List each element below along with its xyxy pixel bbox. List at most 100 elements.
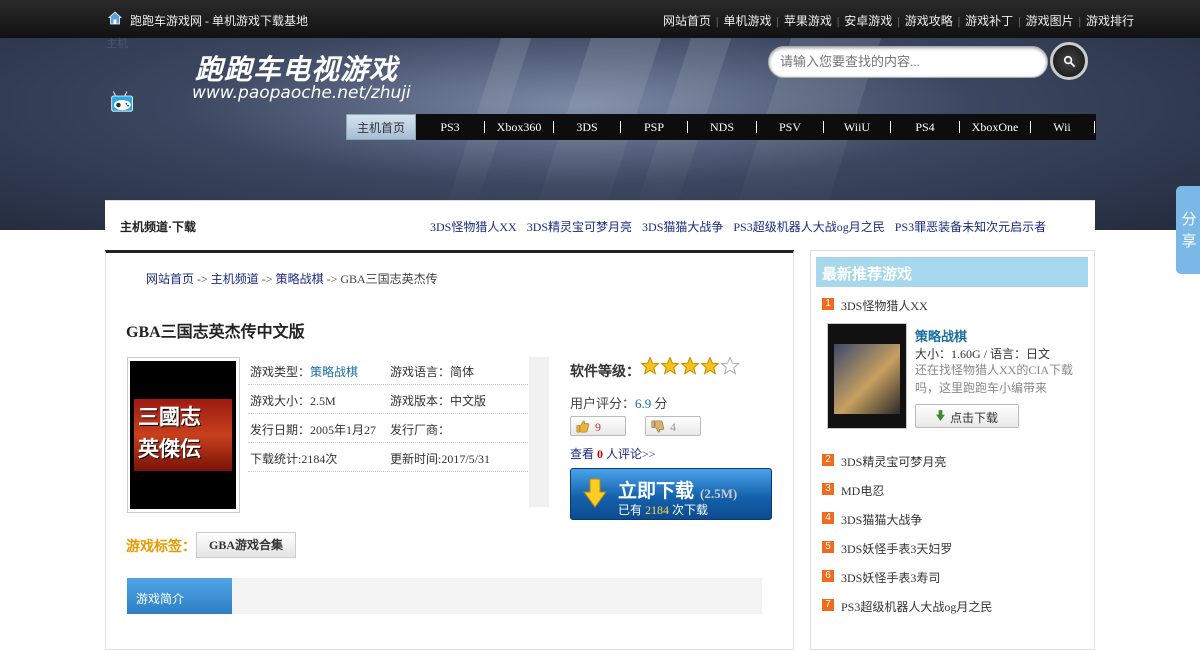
tag-chip[interactable]: GBA游戏合集	[196, 532, 296, 558]
list-item[interactable]: 3DS妖怪手表3寿司	[841, 569, 940, 586]
rank-badge: 4	[822, 512, 834, 524]
breadcrumb-channel[interactable]: 主机频道	[211, 272, 259, 286]
platform-nav: 主机首页 PS3 Xbox360 3DS PSP NDS PSV WiiU PS…	[346, 114, 1096, 140]
game-type-link[interactable]: 策略战棋	[310, 365, 358, 379]
breadcrumb-home[interactable]: 网站首页	[146, 272, 194, 286]
home-icon[interactable]	[108, 11, 122, 25]
topnav-item-rankings[interactable]: 游戏排行	[1086, 14, 1134, 28]
channel-links: 3DS怪物猎人XX 3DS精灵宝可梦月亮 3DS猫猫大战争 PS3超级机器人大战og月…	[430, 218, 1056, 235]
star-empty-icon	[721, 357, 739, 375]
download-button-label: 立即下载	[618, 480, 695, 502]
topnav-item-home[interactable]: 网站首页	[663, 14, 711, 28]
rank-badge: 1	[822, 298, 834, 310]
rank-badge: 6	[822, 570, 834, 582]
download-arrow-icon	[583, 478, 607, 508]
gamepad-logo-icon[interactable]	[110, 60, 200, 150]
platnav-item-wiiu[interactable]: WiiU	[824, 114, 890, 140]
platnav-item-psv[interactable]: PSV	[757, 114, 823, 140]
logo-url: www.paopaoche.net/zhuji	[192, 83, 411, 103]
search-icon	[1063, 55, 1076, 68]
featured-meta: 大小：1.60G / 语言：日文	[915, 347, 1051, 361]
breadcrumb-current: GBA三国志英杰传	[340, 272, 438, 286]
platnav-item-xbox360[interactable]: Xbox360	[485, 114, 553, 140]
rank-badge: 2	[822, 454, 834, 466]
platnav-item-ps4[interactable]: PS4	[891, 114, 959, 140]
featured-category[interactable]: 策略战棋	[915, 326, 967, 345]
list-item[interactable]: 3DS猫猫大战争	[841, 511, 922, 528]
tags-label: 游戏标签：	[126, 540, 196, 555]
platnav-item-psp[interactable]: PSP	[621, 114, 687, 140]
rank-badge: 3	[822, 483, 834, 495]
star-filled-icon	[661, 357, 679, 375]
topnav-item-pc-games[interactable]: 单机游戏	[723, 14, 771, 28]
site-title[interactable]: 跑跑车游戏网 - 单机游戏下载基地	[130, 12, 308, 29]
page-title: GBA三国志英杰传中文版	[126, 324, 305, 341]
platnav-item-xboxone[interactable]: XboxOne	[960, 114, 1030, 140]
breadcrumb-category[interactable]: 策略战棋	[276, 272, 324, 286]
download-size: (2.5M)	[700, 486, 738, 501]
platnav-item-wii[interactable]: Wii	[1031, 114, 1093, 140]
star-filled-icon	[681, 357, 699, 375]
logo-small-text: 主机	[106, 38, 128, 50]
like-count: 9	[595, 420, 601, 434]
logo-text: 跑跑车电视游戏	[195, 53, 399, 86]
platnav-item-ps3[interactable]: PS3	[416, 114, 484, 140]
download-arrow-icon	[936, 410, 945, 421]
list-item[interactable]: MD电忍	[841, 482, 884, 499]
channel-link[interactable]: 3DS猫猫大战争	[642, 220, 723, 234]
search-button[interactable]	[1050, 42, 1088, 80]
platnav-item-3ds[interactable]: 3DS	[554, 114, 620, 140]
star-filled-icon	[701, 357, 719, 375]
topnav-item-patches[interactable]: 游戏补丁	[965, 14, 1013, 28]
channel-link[interactable]: PS3超级机器人大战og月之民	[733, 220, 884, 234]
info-language: 游戏语言：简体	[390, 365, 475, 379]
rating-label: 软件等级：	[570, 365, 640, 380]
topnav-item-images[interactable]: 游戏图片	[1026, 14, 1074, 28]
top-nav: 网站首页 | 单机游戏 | 苹果游戏 | 安卓游戏 | 游戏攻略 | 游戏补丁 | 游戏图片 | 游戏排行	[663, 14, 1134, 28]
breadcrumb: 网站首页 -> 主机频道 -> 策略战棋 -> GBA三国志英杰传	[146, 272, 438, 286]
info-version: 游戏版本：中文版	[390, 394, 487, 408]
comments-count: 0	[597, 447, 604, 461]
info-publisher: 发行厂商：	[390, 423, 451, 437]
topnav-item-guides[interactable]: 游戏攻略	[905, 14, 953, 28]
info-type: 游戏类型：策略战棋	[250, 365, 359, 379]
list-item[interactable]: PS3超级机器人大战og月之民	[841, 598, 992, 615]
thumbs-down-icon	[651, 420, 665, 433]
list-item[interactable]: 3DS怪物猎人XX	[841, 297, 928, 314]
channel-link[interactable]: PS3罪恶装备未知次元启示者	[895, 220, 1046, 234]
comments-link[interactable]: 查看 0 人评论>>	[570, 445, 656, 462]
channel-link[interactable]: 3DS精灵宝可梦月亮	[527, 220, 632, 234]
topnav-item-ios-games[interactable]: 苹果游戏	[784, 14, 832, 28]
user-score: 用户评分：6.9 分	[570, 396, 668, 411]
channel-title: 主机频道·下载	[120, 220, 197, 234]
download-count: 已有 2184 次下载	[618, 503, 709, 517]
sidebar-title: 最新推荐游戏	[822, 267, 913, 283]
search-input[interactable]	[780, 54, 1030, 70]
info-release: 发行日期：2005年1月27	[250, 423, 377, 437]
divider-strip	[529, 357, 549, 507]
featured-download-label: 点击下载	[950, 411, 999, 425]
rating-stars	[641, 357, 739, 375]
rank-badge: 7	[822, 599, 834, 611]
cover-title-text: 三國志英傑伝	[138, 404, 201, 461]
topnav-item-android-games[interactable]: 安卓游戏	[844, 14, 892, 28]
info-downloads: 下载统计:2184次	[250, 452, 338, 466]
rank-badge: 5	[822, 541, 834, 553]
game-cover-image[interactable]: 三國志英傑伝	[130, 361, 236, 509]
featured-description: 还在找怪物猎人XX的CIA下载吗，这里跑跑车小编带来	[915, 363, 1073, 395]
featured-game-image[interactable]	[827, 323, 907, 429]
channel-link[interactable]: 3DS怪物猎人XX	[430, 220, 517, 234]
platnav-item-home[interactable]: 主机首页	[346, 114, 416, 140]
user-score-value: 6.9	[635, 396, 652, 411]
like-button[interactable]: 9	[570, 416, 626, 436]
list-item[interactable]: 3DS妖怪手表3天妇罗	[841, 540, 952, 557]
platnav-item-nds[interactable]: NDS	[688, 114, 756, 140]
dislike-button[interactable]: 4	[645, 416, 701, 436]
tab-intro-label: 游戏简介	[136, 592, 185, 606]
list-item[interactable]: 3DS精灵宝可梦月亮	[841, 453, 946, 470]
star-filled-icon	[641, 357, 659, 375]
share-label: 分享	[1181, 210, 1197, 250]
dislike-count: 4	[670, 420, 676, 434]
info-size: 游戏大小：2.5M	[250, 394, 336, 408]
info-updated: 更新时间:2017/5/31	[390, 452, 491, 466]
